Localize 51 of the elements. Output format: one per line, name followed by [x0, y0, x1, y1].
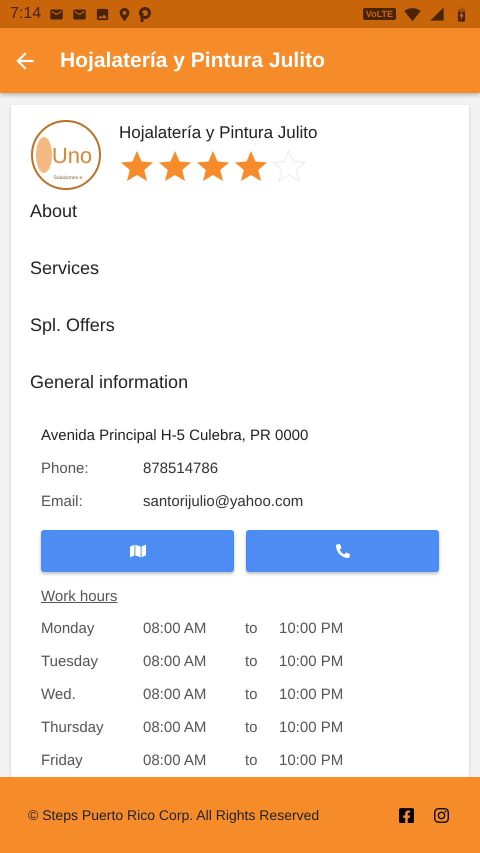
- wifi-icon: [404, 6, 421, 22]
- app-bar-title: Hojalatería y Pintura Julito: [60, 48, 325, 72]
- image-icon: [95, 6, 110, 22]
- field-label: Phone:: [41, 460, 90, 477]
- open-time: 08:00 AM: [143, 653, 208, 670]
- section-link[interactable]: Services: [30, 258, 100, 278]
- close-time: 10:00 PM: [279, 620, 344, 637]
- close-time: 10:00 PM: [279, 752, 344, 769]
- filled-star-icon: [195, 149, 231, 183]
- section-heading: General information: [30, 372, 188, 392]
- open-time: 08:00 AM: [143, 620, 208, 637]
- signal-icon: [429, 6, 445, 22]
- copyright: © Steps Puerto Rico Corp. All Rights Reserved: [28, 807, 320, 823]
- filled-star-icon: [157, 149, 193, 183]
- filled-star-icon: [233, 149, 269, 183]
- status-time: 7:14: [10, 5, 42, 23]
- p-icon: [139, 6, 152, 22]
- day-label: Friday: [41, 752, 84, 769]
- to-label: to: [245, 752, 259, 769]
- mail-icon: [49, 6, 64, 22]
- to-label: to: [245, 686, 259, 703]
- open-time: 08:00 AM: [143, 719, 208, 736]
- facebook-icon[interactable]: [398, 806, 415, 824]
- day-label: Thursday: [41, 719, 105, 736]
- location-icon: [118, 8, 132, 20]
- map-icon: [130, 543, 146, 559]
- close-time: 10:00 PM: [279, 719, 344, 736]
- day-label: Monday: [41, 620, 96, 637]
- section-link[interactable]: About: [30, 201, 78, 221]
- close-time: 10:00 PM: [279, 686, 344, 703]
- to-label: to: [245, 719, 259, 736]
- instagram-icon[interactable]: [433, 806, 450, 824]
- open-time: 08:00 AM: [143, 752, 208, 769]
- business-name: Hojalatería y Pintura Julito: [119, 123, 318, 143]
- filled-star-icon: [119, 149, 155, 183]
- section-link[interactable]: Spl. Offers: [30, 315, 115, 335]
- day-label: Wed.: [41, 686, 77, 703]
- to-label: to: [245, 620, 259, 637]
- work-hours-link[interactable]: Work hours: [41, 588, 118, 605]
- close-time: 10:00 PM: [279, 653, 344, 670]
- field-value: 878514786: [143, 460, 218, 477]
- to-label: to: [245, 653, 259, 670]
- mail-icon: [72, 6, 88, 22]
- field-value: santorijulio@yahoo.com: [143, 493, 304, 510]
- map-button[interactable]: [41, 530, 234, 572]
- day-label: Tuesday: [41, 653, 99, 670]
- field-label: Email:: [41, 493, 84, 510]
- phone-icon: [336, 544, 350, 558]
- address: Avenida Principal H-5 Culebra, PR 0000: [41, 426, 310, 446]
- open-time: 08:00 AM: [143, 686, 208, 703]
- network-badge: VoLTE: [362, 8, 396, 20]
